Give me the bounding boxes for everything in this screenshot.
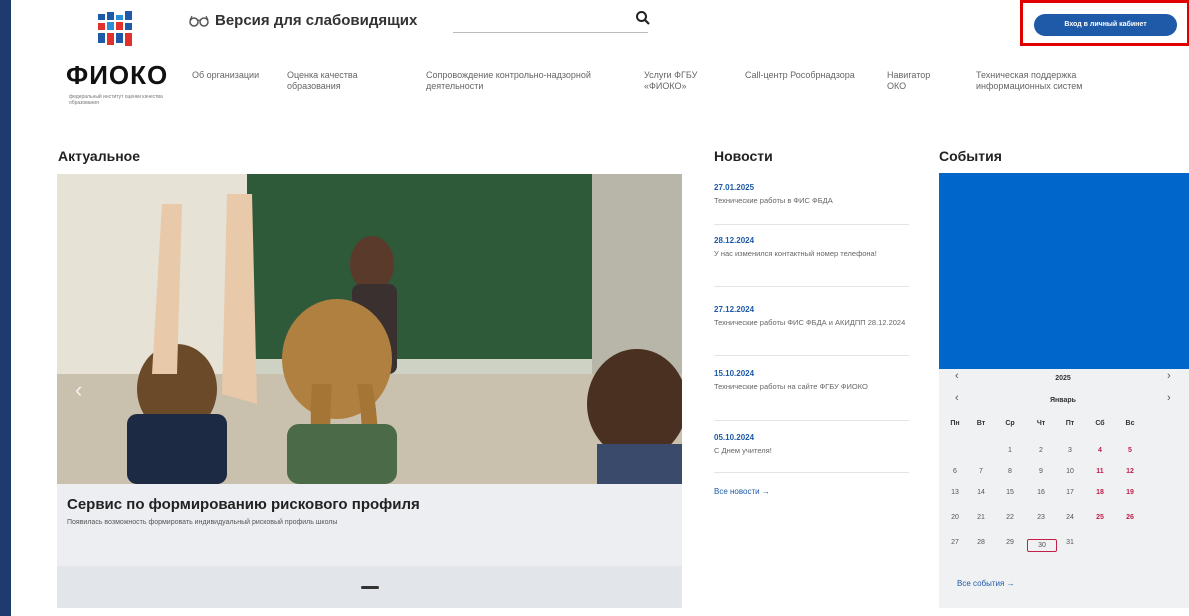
event-banner[interactable]	[939, 173, 1189, 369]
nav-item-about[interactable]: Об организации	[192, 70, 262, 81]
calendar-day[interactable]: 22	[996, 514, 1024, 521]
calendar-day[interactable]: 19	[1116, 489, 1144, 496]
hero-slider[interactable]: ‹ Сервис по формированию рискового профи…	[57, 174, 682, 608]
news-item[interactable]: 27.01.2025 Технические работы в ФИС ФБДА	[714, 183, 909, 206]
news-text: У нас изменился контактный номер телефон…	[714, 249, 877, 258]
calendar-month: Январь	[1050, 397, 1076, 404]
events-calendar: ‹ 2025 › ‹ Январь › Пн Вт Ср Чт Пт Сб Вс 1 2 3 4 5 6…	[939, 369, 1189, 608]
chevron-right-icon[interactable]: ›	[1167, 370, 1171, 382]
nav-item-call-center[interactable]: Call-центр Рособрнадзора	[745, 70, 855, 81]
divider	[714, 472, 909, 473]
calendar-day[interactable]: 7	[967, 468, 995, 475]
calendar-day[interactable]: 13	[941, 489, 969, 496]
calendar-day[interactable]: 2	[1027, 447, 1055, 454]
news-date: 28.12.2024	[714, 236, 755, 245]
news-item[interactable]: 15.10.2024 Технические работы на сайте Ф…	[714, 369, 909, 392]
weekday-label: Пн	[950, 420, 960, 427]
weekday-label: Вт	[976, 420, 986, 427]
divider	[714, 224, 909, 225]
news-item[interactable]: 28.12.2024 У нас изменился контактный но…	[714, 236, 909, 259]
classroom-photo	[57, 174, 682, 484]
calendar-day-today[interactable]: 30	[1027, 539, 1057, 552]
chevron-left-icon[interactable]: ‹	[955, 370, 959, 382]
page: ФИОКО федеральный институт оценки качест…	[11, 0, 1189, 616]
calendar-day[interactable]: 18	[1086, 489, 1114, 496]
news-title: Новости	[714, 148, 773, 164]
weekday-label: Пт	[1065, 420, 1075, 427]
calendar-day[interactable]: 27	[941, 539, 969, 546]
slide-subtitle: Появилась возможность формировать индиви…	[67, 519, 338, 526]
divider	[714, 420, 909, 421]
all-news-link[interactable]: Все новости →	[714, 487, 770, 496]
calendar-day[interactable]: 3	[1056, 447, 1084, 454]
calendar-year: 2025	[1055, 375, 1071, 382]
slider-dot[interactable]	[361, 586, 379, 589]
search-icon[interactable]	[635, 10, 651, 26]
divider	[714, 286, 909, 287]
calendar-day[interactable]: 12	[1116, 468, 1144, 475]
news-text: Технические работы ФИС ФБДА и АКИДПП 28.…	[714, 318, 906, 327]
nav-item-quality[interactable]: Оценка качества образования	[287, 70, 387, 92]
calendar-day[interactable]: 21	[967, 514, 995, 521]
calendar-day[interactable]: 6	[941, 468, 969, 475]
news-date: 15.10.2024	[714, 369, 755, 378]
calendar-day[interactable]: 20	[941, 514, 969, 521]
vision-mode-link[interactable]: Версия для слабовидящих	[189, 12, 417, 29]
news-date: 27.12.2024	[714, 305, 755, 314]
login-button[interactable]: Вход в личный кабинет	[1034, 14, 1177, 36]
weekday-label: Чт	[1036, 420, 1046, 427]
calendar-day[interactable]: 15	[996, 489, 1024, 496]
news-date: 05.10.2024	[714, 433, 755, 442]
calendar-day[interactable]: 24	[1056, 514, 1084, 521]
calendar-day[interactable]: 31	[1056, 539, 1084, 546]
calendar-day[interactable]: 9	[1027, 468, 1055, 475]
calendar-day[interactable]: 26	[1116, 514, 1144, 521]
news-item[interactable]: 05.10.2024 С Днем учителя!	[714, 433, 909, 456]
logo-text[interactable]: ФИОКО	[66, 60, 168, 91]
weekday-label: Ср	[1005, 420, 1015, 427]
calendar-day[interactable]: 5	[1116, 447, 1144, 454]
chevron-left-icon[interactable]: ‹	[955, 392, 959, 404]
nav-item-services[interactable]: Услуги ФГБУ «ФИОКО»	[644, 70, 724, 92]
search-input[interactable]	[453, 10, 648, 33]
calendar-day[interactable]: 16	[1027, 489, 1055, 496]
vision-mode-label: Версия для слабовидящих	[215, 12, 418, 29]
calendar-day[interactable]: 17	[1056, 489, 1084, 496]
calendar-day[interactable]: 8	[996, 468, 1024, 475]
slide-title[interactable]: Сервис по формированию рискового профиля	[67, 496, 420, 513]
calendar-day[interactable]: 23	[1027, 514, 1055, 521]
actual-title: Актуальное	[58, 148, 141, 164]
logo-subtitle: федеральный институт оценки качества обр…	[69, 94, 163, 106]
nav-item-support[interactable]: Техническая поддержка информационных сис…	[976, 70, 1146, 92]
weekday-label: Сб	[1095, 420, 1105, 427]
calendar-day[interactable]: 1	[996, 447, 1024, 454]
nav-item-control[interactable]: Сопровождение контрольно-надзорной деяте…	[426, 70, 606, 92]
news-item[interactable]: 27.12.2024 Технические работы ФИС ФБДА и…	[714, 305, 909, 328]
all-events-link[interactable]: Все события →	[957, 579, 1015, 588]
glasses-icon	[189, 15, 209, 27]
news-date: 27.01.2025	[714, 183, 755, 192]
weekday-label: Вс	[1125, 420, 1135, 427]
calendar-day[interactable]: 29	[996, 539, 1024, 546]
logo-icon[interactable]	[96, 10, 138, 50]
chevron-right-icon[interactable]: ›	[1167, 392, 1171, 404]
news-text: Технические работы на сайте ФГБУ ФИОКО	[714, 382, 868, 391]
news-text: С Днем учителя!	[714, 446, 772, 455]
calendar-day[interactable]: 10	[1056, 468, 1084, 475]
divider	[714, 355, 909, 356]
calendar-day[interactable]: 25	[1086, 514, 1114, 521]
nav-item-navigator[interactable]: Навигатор ОКО	[887, 70, 947, 92]
calendar-day[interactable]: 28	[967, 539, 995, 546]
calendar-day[interactable]: 4	[1086, 447, 1114, 454]
chevron-left-icon[interactable]: ‹	[75, 377, 82, 403]
news-text: Технические работы в ФИС ФБДА	[714, 196, 833, 205]
calendar-day[interactable]: 14	[967, 489, 995, 496]
events-title: События	[939, 148, 1002, 164]
calendar-day[interactable]: 11	[1086, 468, 1114, 475]
